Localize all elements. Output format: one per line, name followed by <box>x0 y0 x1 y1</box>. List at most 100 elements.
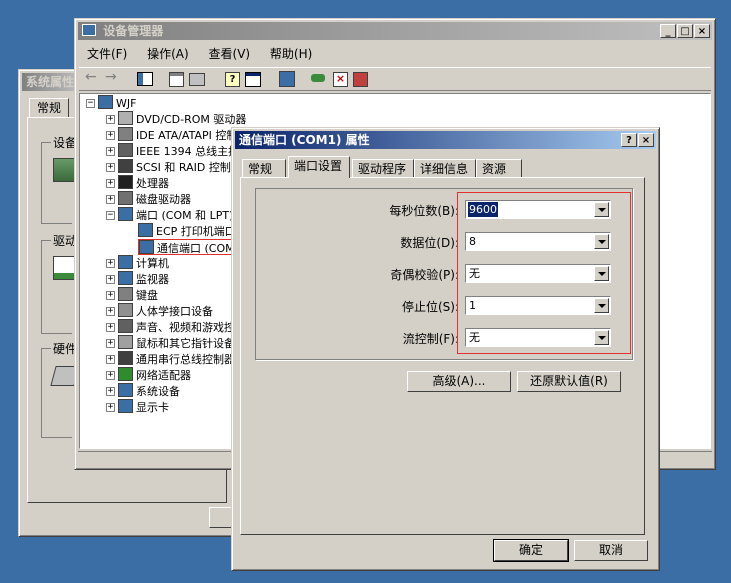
tree-expand-toggle[interactable]: + <box>106 403 115 412</box>
help-icon[interactable]: ? <box>225 72 240 87</box>
scan-hardware-icon[interactable] <box>279 71 295 87</box>
update-driver-icon[interactable] <box>311 74 325 82</box>
dialog-help-button[interactable]: ? <box>621 133 637 147</box>
system-properties-titlebar[interactable]: 系统属性 <box>22 73 82 91</box>
tree-item[interactable]: 端口 (COM 和 LPT) <box>118 207 233 223</box>
device-category-icon <box>118 287 133 301</box>
system-properties-title: 系统属性 <box>26 75 75 89</box>
tree-expand-toggle[interactable]: + <box>106 115 115 124</box>
minimize-button[interactable]: _ <box>660 24 676 38</box>
tab-port-settings[interactable]: 端口设置 <box>288 156 350 178</box>
tab-resources-label: 资源 <box>482 162 507 176</box>
tree-expand-toggle[interactable]: + <box>106 147 115 156</box>
disable-icon[interactable] <box>353 72 368 87</box>
forward-icon[interactable]: → <box>105 69 117 85</box>
device-category-icon <box>118 319 133 333</box>
tree-expand-toggle[interactable]: + <box>106 339 115 348</box>
tab-details[interactable]: 详细信息 <box>414 159 476 178</box>
tree-root[interactable]: WJF <box>98 95 136 111</box>
device-category-icon <box>118 175 133 189</box>
sysprops-group-hardware <box>41 348 72 438</box>
tree-item[interactable]: 显示卡 <box>118 399 169 415</box>
device-category-icon <box>118 399 133 413</box>
close-button[interactable]: × <box>694 24 710 38</box>
tree-expand-toggle[interactable]: + <box>106 195 115 204</box>
tree-item-label: 计算机 <box>136 257 169 270</box>
device-icon <box>53 158 75 182</box>
restore-defaults-label: 还原默认值(R) <box>530 374 608 388</box>
menu-file[interactable]: 文件(F) <box>87 47 127 61</box>
uninstall-icon[interactable]: × <box>333 72 348 87</box>
tree-expand-toggle[interactable]: + <box>106 291 115 300</box>
sysprops-tab-general[interactable]: 常规 <box>29 98 69 118</box>
computer-icon <box>98 95 113 109</box>
tree-item-label: 网络适配器 <box>136 369 191 382</box>
tree-expand-toggle[interactable]: + <box>106 323 115 332</box>
maximize-button[interactable]: □ <box>677 24 693 38</box>
device-manager-titlebar[interactable]: 设备管理器 _ □ × <box>78 22 712 40</box>
tree-expand-toggle[interactable]: + <box>106 371 115 380</box>
toolbar: ← → ? × <box>79 67 711 91</box>
menu-action[interactable]: 操作(A) <box>147 47 189 61</box>
tree-item[interactable]: 网络适配器 <box>118 367 191 383</box>
device-category-icon <box>118 383 133 397</box>
tree-item-label: 监视器 <box>136 273 169 286</box>
tree-expand-toggle[interactable]: + <box>106 355 115 364</box>
tree-item[interactable]: DVD/CD-ROM 驱动器 <box>118 111 246 127</box>
tree-expand-toggle[interactable]: + <box>106 387 115 396</box>
advanced-button[interactable]: 高级(A)... <box>407 371 511 392</box>
menu-help[interactable]: 帮助(H) <box>270 47 312 61</box>
tree-item[interactable]: 键盘 <box>118 287 158 303</box>
ok-button[interactable]: 确定 <box>494 540 568 561</box>
sysprops-group-device <box>41 142 72 224</box>
tree-item[interactable]: 通用串行总线控制器 <box>118 351 235 367</box>
tree-item[interactable]: 鼠标和其它指针设备 <box>118 335 235 351</box>
tab-strip: 常规 端口设置 驱动程序 详细信息 资源 <box>242 156 642 178</box>
print-icon[interactable] <box>189 73 205 86</box>
tree-item[interactable]: 监视器 <box>118 271 169 287</box>
tree-expand-toggle[interactable]: + <box>106 163 115 172</box>
device-category-icon <box>139 240 154 254</box>
tree-item[interactable]: 处理器 <box>118 175 169 191</box>
port-settings-panel: 每秒位数(B): 9600 数据位(D): 8 奇偶校验(P): 无停止位(S): 1 流控制… <box>240 177 645 535</box>
dialog-title: 通信端口 (COM1) 属性 <box>239 133 370 147</box>
tree-item[interactable]: ECP 打印机端口 <box>138 223 236 239</box>
root-collapse-toggle[interactable]: − <box>86 99 95 108</box>
dialog-titlebar[interactable]: 通信端口 (COM1) 属性 ? × <box>235 131 656 149</box>
field-label: 每秒位数(B): <box>389 204 459 218</box>
tree-item[interactable]: 人体学接口设备 <box>118 303 213 319</box>
field-label: 停止位(S): <box>401 300 459 314</box>
tree-expand-toggle[interactable]: + <box>106 179 115 188</box>
tree-expand-toggle[interactable]: + <box>106 275 115 284</box>
device-category-icon <box>118 255 133 269</box>
device-category-icon <box>118 351 133 365</box>
dialog-close-button[interactable]: × <box>638 133 654 147</box>
tree-item-label: 鼠标和其它指针设备 <box>136 337 235 350</box>
properties-icon[interactable] <box>169 72 184 87</box>
tree-item-label: 显示卡 <box>136 401 169 414</box>
tree-item[interactable]: 系统设备 <box>118 383 180 399</box>
menu-view[interactable]: 查看(V) <box>209 47 251 61</box>
device-category-icon <box>118 207 133 221</box>
tree-item-label: DVD/CD-ROM 驱动器 <box>136 113 247 126</box>
field-label: 流控制(F): <box>402 332 459 346</box>
tree-item[interactable]: 计算机 <box>118 255 169 271</box>
back-icon[interactable]: ← <box>85 69 97 85</box>
restore-defaults-button[interactable]: 还原默认值(R) <box>517 371 621 392</box>
view-icon[interactable] <box>245 72 261 87</box>
tree-item[interactable]: 磁盘驱动器 <box>118 191 191 207</box>
tab-driver[interactable]: 驱动程序 <box>352 159 414 178</box>
tab-general[interactable]: 常规 <box>242 159 286 178</box>
tree-item[interactable]: IDE ATA/ATAPI 控制器 <box>118 127 248 143</box>
tree-expand-toggle[interactable]: + <box>106 307 115 316</box>
dialog-close-label: × <box>641 135 651 146</box>
device-category-icon <box>118 159 133 173</box>
tree-expand-toggle[interactable]: + <box>106 259 115 268</box>
tree-expand-toggle[interactable]: + <box>106 131 115 140</box>
tree-expand-toggle[interactable]: − <box>106 211 115 220</box>
cancel-button[interactable]: 取消 <box>574 540 648 561</box>
console-tree-icon[interactable] <box>137 72 153 86</box>
sysprops-tab-label: 常规 <box>36 101 61 115</box>
tab-resources[interactable]: 资源 <box>476 159 522 178</box>
tree-item[interactable]: SCSI 和 RAID 控制器 <box>118 159 242 175</box>
